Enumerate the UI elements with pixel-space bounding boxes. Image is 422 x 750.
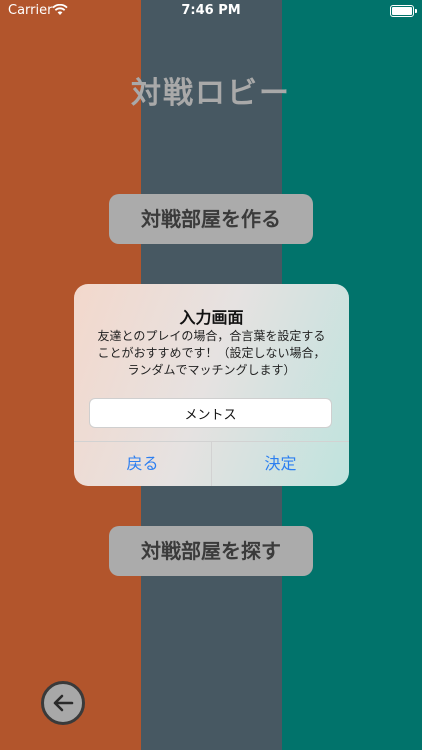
search-room-button[interactable]: 対戦部屋を探す [109,526,313,576]
cancel-button[interactable]: 戻る [74,442,211,486]
arrow-left-icon [53,694,74,712]
dialog-actions: 戻る 決定 [74,441,349,486]
page-title: 対戦ロビー [131,76,291,111]
back-button[interactable] [41,681,85,725]
create-room-button[interactable]: 対戦部屋を作る [109,194,313,244]
input-dialog: 入力画面 友達とのプレイの場合，合言葉を設定する ことがおすすめです！（設定しな… [74,284,349,486]
dialog-message: 友達とのプレイの場合，合言葉を設定する ことがおすすめです！（設定しない場合， … [97,329,326,377]
battery-icon [390,5,417,17]
dialog-title: 入力画面 [179,308,244,327]
passphrase-input[interactable] [89,398,332,428]
status-time: 7:46 PM [181,3,241,18]
confirm-button[interactable]: 決定 [211,442,349,486]
status-bar: Carrier 7:46 PM [0,0,422,22]
